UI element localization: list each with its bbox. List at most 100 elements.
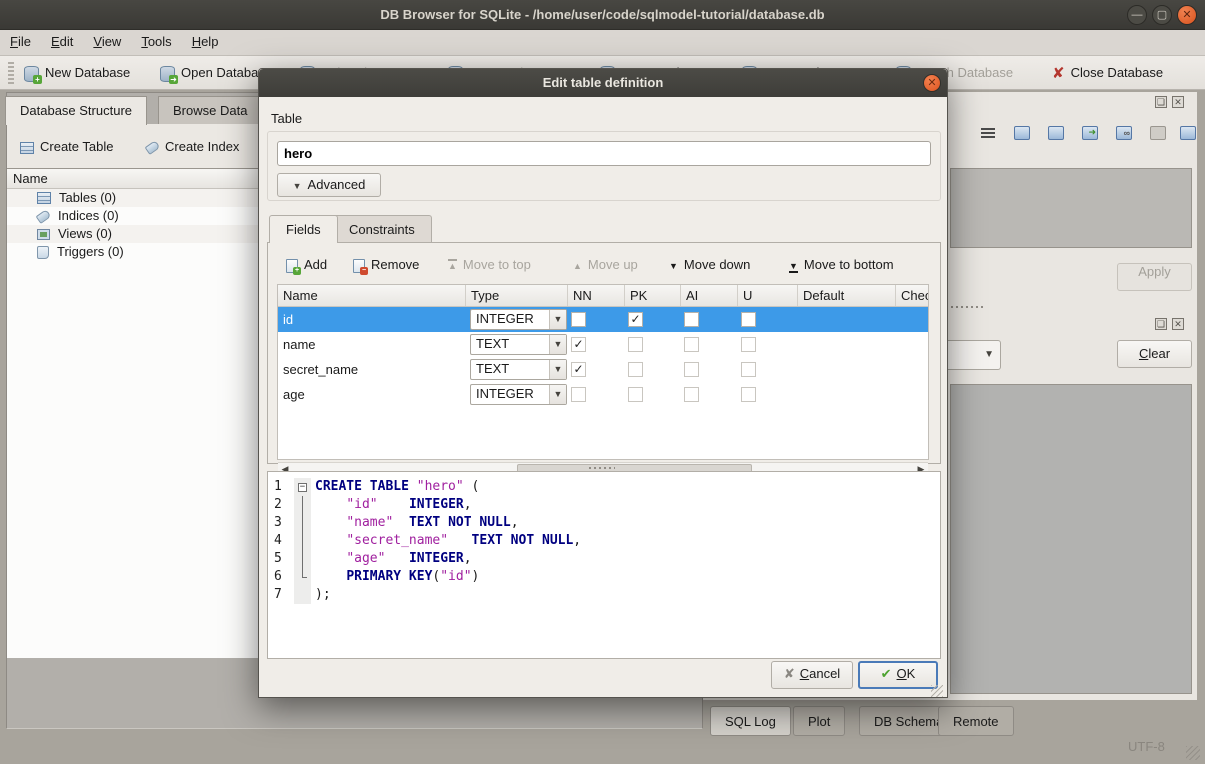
- tab-browse-data[interactable]: Browse Data: [158, 96, 262, 124]
- fold-margin[interactable]: [294, 496, 311, 514]
- dialog-titlebar[interactable]: Edit table definition ✕: [259, 69, 947, 97]
- pk-checkbox[interactable]: [628, 362, 643, 377]
- type-combo[interactable]: INTEGER▼: [470, 384, 567, 405]
- dock-close-icon[interactable]: ✕: [1172, 318, 1184, 330]
- dialog-tab-constraints[interactable]: Constraints: [332, 215, 432, 242]
- type-combo[interactable]: TEXT▼: [470, 334, 567, 355]
- nn-checkbox[interactable]: [571, 312, 586, 327]
- u-checkbox[interactable]: [741, 312, 756, 327]
- dialog-close-icon[interactable]: ✕: [923, 74, 941, 92]
- dialog-resize-grip[interactable]: [931, 685, 943, 697]
- default-cell[interactable]: [798, 382, 896, 407]
- fold-margin[interactable]: −: [294, 478, 311, 496]
- column-header-ai[interactable]: AI: [681, 285, 738, 306]
- cell-editor-area[interactable]: [950, 168, 1192, 248]
- bottom-tab-sql-log[interactable]: SQL Log: [710, 706, 791, 736]
- new-database-button[interactable]: +New Database: [24, 60, 130, 86]
- u-checkbox[interactable]: [741, 387, 756, 402]
- nn-checkbox[interactable]: ✓: [571, 362, 586, 377]
- u-checkbox[interactable]: [741, 362, 756, 377]
- column-header-nn[interactable]: NN: [568, 285, 625, 306]
- save-file-icon[interactable]: [1044, 122, 1068, 146]
- create-table-button[interactable]: Create Table: [20, 135, 113, 159]
- ai-checkbox[interactable]: [684, 312, 699, 327]
- ai-checkbox[interactable]: [684, 387, 699, 402]
- tab-database-structure[interactable]: Database Structure: [5, 96, 147, 125]
- fold-marker-icon[interactable]: −: [298, 483, 307, 492]
- sql-preview[interactable]: 1−CREATE TABLE "hero" (2 "id" INTEGER,3 …: [267, 471, 941, 659]
- pk-checkbox[interactable]: [628, 387, 643, 402]
- create-index-button[interactable]: Create Index: [146, 135, 239, 159]
- bottom-tab-plot[interactable]: Plot: [793, 706, 845, 736]
- dialog-tab-fields[interactable]: Fields: [269, 215, 338, 243]
- remove-button[interactable]: −Remove: [353, 253, 419, 277]
- close-database-button[interactable]: ✘Close Database: [1052, 60, 1163, 86]
- ai-checkbox[interactable]: [684, 362, 699, 377]
- ai-checkbox[interactable]: [684, 337, 699, 352]
- column-header-type[interactable]: Type: [466, 285, 568, 306]
- open-file-icon[interactable]: [1010, 122, 1034, 146]
- check-cell[interactable]: [896, 332, 929, 357]
- move-down-button[interactable]: ▼Move down: [669, 253, 750, 277]
- check-cell[interactable]: [896, 382, 929, 407]
- move-to-top-button[interactable]: ▲Move to top: [448, 253, 531, 277]
- column-header-default[interactable]: Default: [798, 285, 896, 306]
- move-to-bottom-button[interactable]: ▼Move to bottom: [789, 253, 894, 277]
- menu-help[interactable]: Help: [182, 30, 229, 53]
- move-up-button[interactable]: ▲Move up: [573, 253, 638, 277]
- bottom-tab-remote[interactable]: Remote: [938, 706, 1014, 736]
- menu-tools[interactable]: Tools: [131, 30, 181, 53]
- log-filter-combo[interactable]: ▼: [944, 340, 1001, 370]
- menu-file[interactable]: File: [0, 30, 41, 53]
- check-cell[interactable]: [896, 307, 929, 332]
- default-cell[interactable]: [798, 357, 896, 382]
- apply-button[interactable]: Apply: [1117, 263, 1192, 291]
- sql-log-area[interactable]: [950, 384, 1192, 694]
- field-row-secret_name[interactable]: secret_nameTEXT▼✓: [278, 357, 928, 382]
- ok-button[interactable]: ✔OK: [858, 661, 938, 689]
- fold-margin[interactable]: [294, 532, 311, 550]
- fold-margin[interactable]: [294, 586, 311, 604]
- export-icon[interactable]: ➜: [1078, 122, 1102, 146]
- maximize-icon[interactable]: ▢: [1152, 5, 1172, 25]
- default-cell[interactable]: [798, 332, 896, 357]
- type-combo[interactable]: INTEGER▼: [470, 309, 567, 330]
- add-button[interactable]: +Add: [286, 253, 327, 277]
- clear-button[interactable]: Clear: [1117, 340, 1192, 368]
- column-header-check[interactable]: Check: [896, 285, 929, 306]
- window-titlebar[interactable]: DB Browser for SQLite - /home/user/code/…: [0, 0, 1205, 30]
- fold-margin[interactable]: [294, 568, 311, 586]
- field-row-name[interactable]: nameTEXT▼✓: [278, 332, 928, 357]
- table-name-input[interactable]: [277, 141, 931, 166]
- u-checkbox[interactable]: [741, 337, 756, 352]
- dock-float-icon[interactable]: ❏: [1155, 96, 1167, 108]
- column-header-pk[interactable]: PK: [625, 285, 681, 306]
- dock-float-icon[interactable]: ❏: [1155, 318, 1167, 330]
- pk-checkbox[interactable]: ✓: [628, 312, 643, 327]
- field-row-id[interactable]: idINTEGER▼✓: [278, 307, 928, 332]
- menu-view[interactable]: View: [83, 30, 131, 53]
- type-combo[interactable]: TEXT▼: [470, 359, 567, 380]
- link-icon[interactable]: ∞: [1112, 122, 1136, 146]
- toolbar-handle[interactable]: [8, 62, 14, 84]
- check-cell[interactable]: [896, 357, 929, 382]
- set-null-icon[interactable]: [1146, 122, 1170, 146]
- menu-edit[interactable]: Edit: [41, 30, 83, 53]
- field-row-age[interactable]: ageINTEGER▼: [278, 382, 928, 407]
- nn-checkbox[interactable]: [571, 387, 586, 402]
- dock-splitter[interactable]: [946, 306, 986, 308]
- nn-checkbox[interactable]: ✓: [571, 337, 586, 352]
- dock-close-icon[interactable]: ✕: [1172, 96, 1184, 108]
- default-cell[interactable]: [798, 307, 896, 332]
- pk-checkbox[interactable]: [628, 337, 643, 352]
- indent-icon[interactable]: [976, 122, 1000, 146]
- column-header-name[interactable]: Name: [278, 285, 466, 306]
- print-icon[interactable]: [1176, 122, 1200, 146]
- open-database-button[interactable]: ➜Open Database: [160, 60, 272, 86]
- cancel-button[interactable]: ✘Cancel: [771, 661, 853, 689]
- resize-grip[interactable]: [1186, 746, 1200, 760]
- fold-margin[interactable]: [294, 514, 311, 532]
- fields-table[interactable]: NameTypeNNPKAIUDefaultCheck idINTEGER▼✓n…: [277, 284, 929, 460]
- dialog-splitter[interactable]: [589, 467, 615, 469]
- fold-margin[interactable]: [294, 550, 311, 568]
